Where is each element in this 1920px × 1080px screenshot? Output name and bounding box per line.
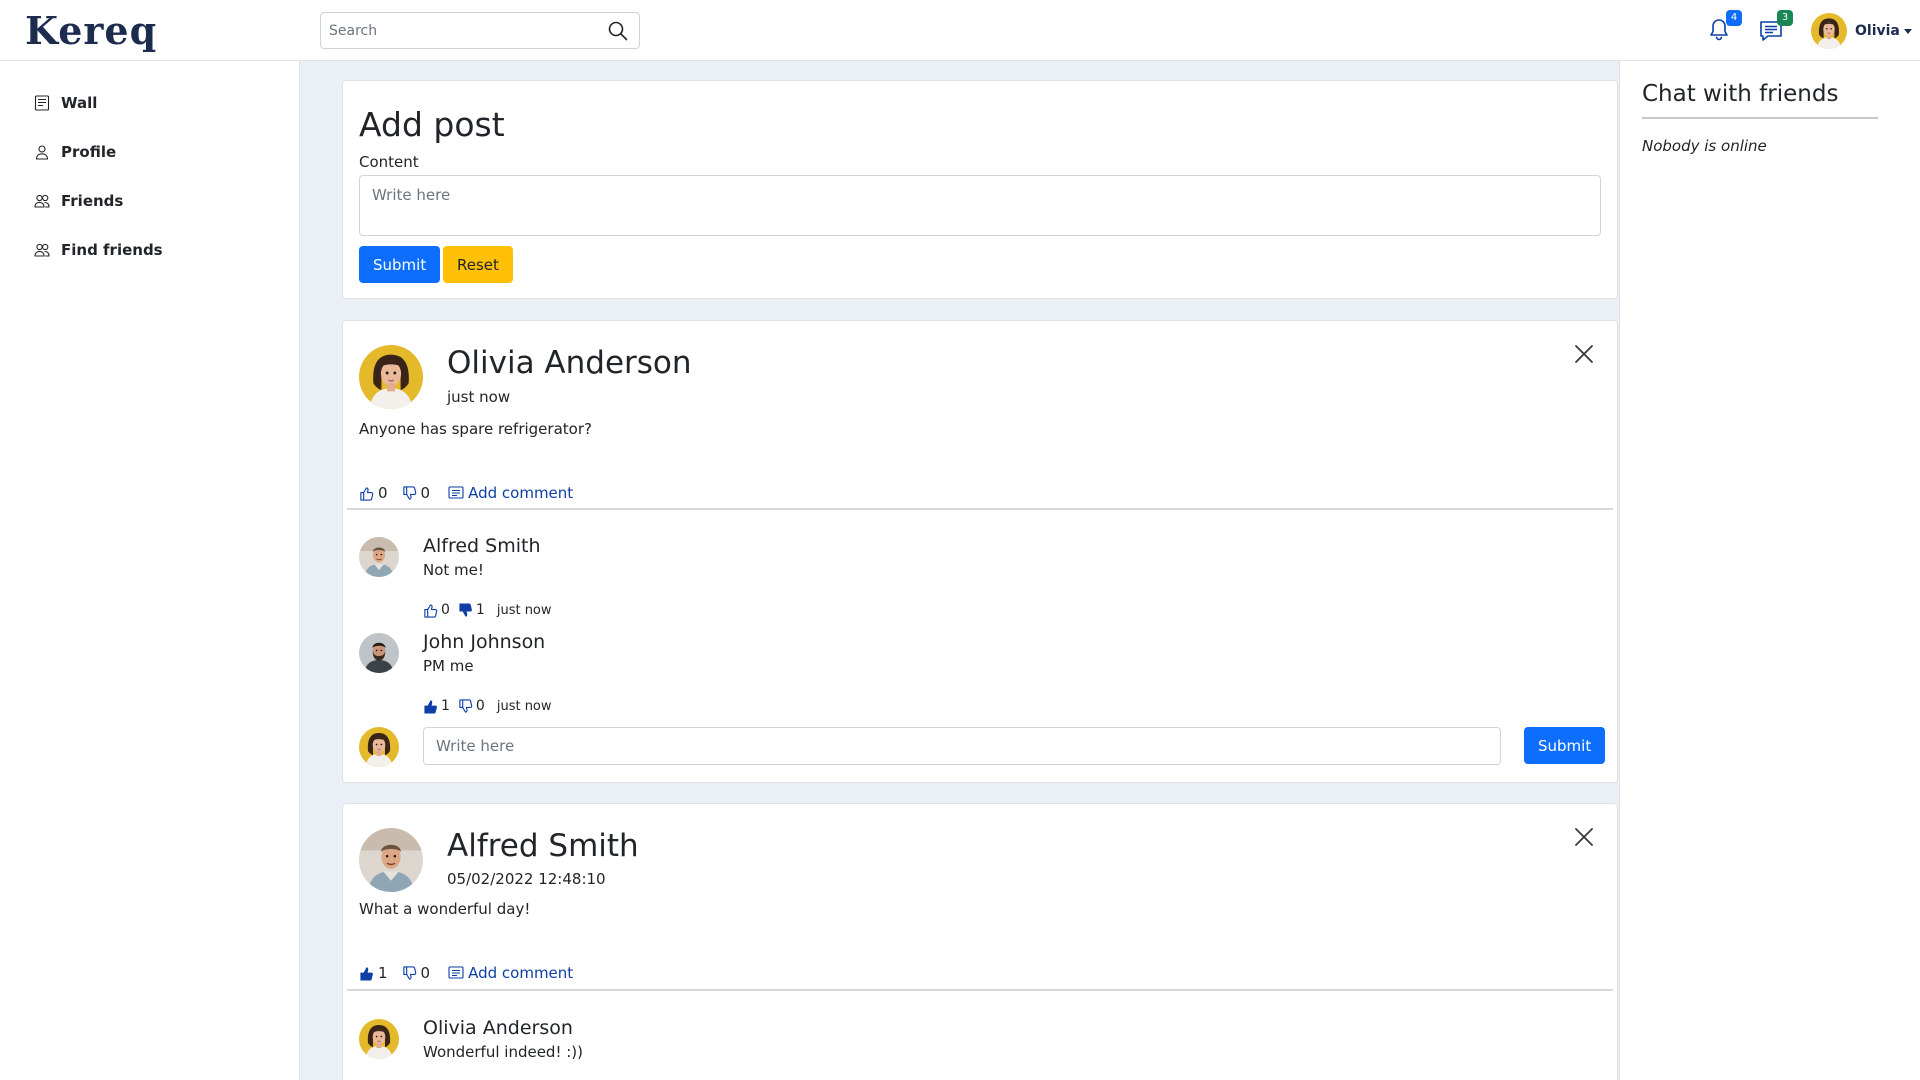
messages-button[interactable]: 3: [1759, 10, 1793, 44]
thumbs-down-icon: [402, 965, 416, 980]
notifications-badge: 4: [1726, 10, 1742, 26]
comment-dislike-count: 1: [475, 602, 485, 618]
sidebar-item-label: Find friends: [61, 241, 163, 259]
sidebar-item-friends[interactable]: Friends: [34, 189, 123, 213]
sidebar-item-label: Profile: [61, 143, 117, 161]
post-timestamp: 05/02/2022 12:48:10: [447, 870, 606, 888]
post-text: Anyone has spare refrigerator?: [359, 420, 592, 438]
search-icon[interactable]: [607, 20, 629, 42]
thumbs-up-filled-icon: [424, 699, 437, 714]
post-timestamp: just now: [447, 388, 511, 406]
comment-icon: [448, 486, 464, 499]
comment-author-name[interactable]: John Johnson: [423, 631, 545, 653]
submit-post-button[interactable]: Submit: [359, 246, 441, 283]
reset-post-button[interactable]: Reset: [443, 246, 513, 283]
comment-timestamp: just now: [496, 602, 552, 618]
add-comment-label: Add comment: [468, 484, 574, 502]
chat-title: Chat with friends: [1642, 81, 1839, 107]
thumbs-down-filled-icon: [459, 602, 472, 617]
sidebar-item-wall[interactable]: Wall: [34, 91, 97, 115]
messages-badge: 3: [1777, 10, 1793, 26]
post-card: Olivia Anderson just now Anyone has spar…: [342, 320, 1618, 783]
post-text: What a wonderful day!: [359, 900, 531, 918]
comment-dislike-button[interactable]: 0: [458, 698, 485, 714]
post-author-avatar[interactable]: [359, 345, 423, 409]
add-post-card: Add post Content Submit Reset: [342, 80, 1618, 299]
dislike-button[interactable]: 0: [402, 484, 431, 502]
dislike-count: 0: [420, 484, 431, 502]
comment-like-button[interactable]: 1: [423, 698, 450, 714]
post-content-textarea[interactable]: [359, 175, 1601, 236]
comment-input[interactable]: [423, 727, 1501, 765]
submit-comment-button[interactable]: Submit: [1524, 727, 1606, 764]
comment-author-name[interactable]: Olivia Anderson: [423, 1017, 573, 1039]
post-divider: [347, 989, 1613, 991]
thumbs-down-icon: [402, 485, 416, 500]
post-author-name[interactable]: Alfred Smith: [447, 828, 639, 864]
search-box: [320, 12, 640, 49]
comment-like-count: 1: [441, 698, 450, 714]
like-button[interactable]: 0: [359, 484, 388, 502]
comment-like-count: 0: [441, 602, 450, 618]
comment-author-avatar[interactable]: [359, 1019, 399, 1059]
comment-text: PM me: [423, 657, 474, 675]
add-post-title: Add post: [359, 105, 505, 144]
wall-icon: [34, 95, 50, 111]
sidebar-item-label: Friends: [61, 192, 124, 210]
post-divider: [347, 508, 1613, 510]
dislike-button[interactable]: 0: [402, 964, 431, 982]
sidebar: Wall Profile Friends Find friends: [0, 61, 300, 1080]
post-author-avatar[interactable]: [359, 828, 423, 892]
sidebar-item-find-friends[interactable]: Find friends: [34, 238, 163, 262]
comment-text: Not me!: [423, 561, 484, 579]
post-reactions-bar: 0 0 Add comment: [359, 483, 573, 503]
thumbs-up-icon: [424, 603, 438, 618]
comment-meta: 1 0 just now: [423, 697, 552, 715]
comment-meta: 0 1 just now: [423, 601, 552, 619]
user-name: Olivia: [1855, 23, 1900, 39]
comment-text: Wonderful indeed! :)): [423, 1043, 583, 1061]
content-label: Content: [359, 153, 419, 171]
chat-empty-message: Nobody is online: [1642, 137, 1767, 155]
comment-icon: [448, 966, 464, 979]
comment-author-avatar[interactable]: [359, 633, 399, 673]
chat-panel: Chat with friends Nobody is online: [1619, 61, 1920, 1080]
dislike-count: 0: [420, 964, 431, 982]
post-author-name[interactable]: Olivia Anderson: [447, 345, 692, 381]
comment-dislike-button[interactable]: 1: [458, 602, 485, 618]
comment-author-avatar[interactable]: [359, 537, 399, 577]
search-input[interactable]: [321, 13, 601, 48]
user-menu[interactable]: Olivia: [1811, 12, 1912, 50]
comment-dislike-count: 0: [475, 698, 485, 714]
add-comment-label: Add comment: [468, 964, 574, 982]
close-icon[interactable]: [1573, 343, 1595, 365]
thumbs-up-icon: [360, 486, 374, 501]
thumbs-up-filled-icon: [360, 966, 373, 981]
like-count: 1: [378, 964, 388, 982]
chevron-down-icon: [1903, 28, 1912, 34]
top-navbar: Kereq 4 3 Olivia: [0, 0, 1920, 61]
app-logo[interactable]: Kereq: [25, 6, 157, 56]
people-icon: [34, 194, 50, 208]
person-icon: [35, 145, 49, 160]
sidebar-item-label: Wall: [61, 94, 98, 112]
like-button[interactable]: 1: [359, 964, 388, 982]
current-user-avatar: [359, 727, 399, 767]
notifications-button[interactable]: 4: [1708, 10, 1742, 44]
add-comment-button[interactable]: Add comment: [448, 964, 573, 982]
close-icon[interactable]: [1573, 826, 1595, 848]
thumbs-down-icon: [459, 698, 473, 713]
post-reactions-bar: 1 0 Add comment: [359, 963, 573, 983]
user-avatar: [1811, 13, 1847, 49]
add-comment-button[interactable]: Add comment: [448, 484, 573, 502]
like-count: 0: [378, 484, 388, 502]
comment-author-name[interactable]: Alfred Smith: [423, 535, 541, 557]
post-card: Alfred Smith 05/02/2022 12:48:10 What a …: [342, 803, 1618, 1080]
comment-timestamp: just now: [496, 698, 552, 714]
chat-divider: [1642, 117, 1878, 119]
comment-like-button[interactable]: 0: [423, 602, 450, 618]
sidebar-item-profile[interactable]: Profile: [34, 140, 116, 164]
people-icon: [34, 243, 50, 257]
